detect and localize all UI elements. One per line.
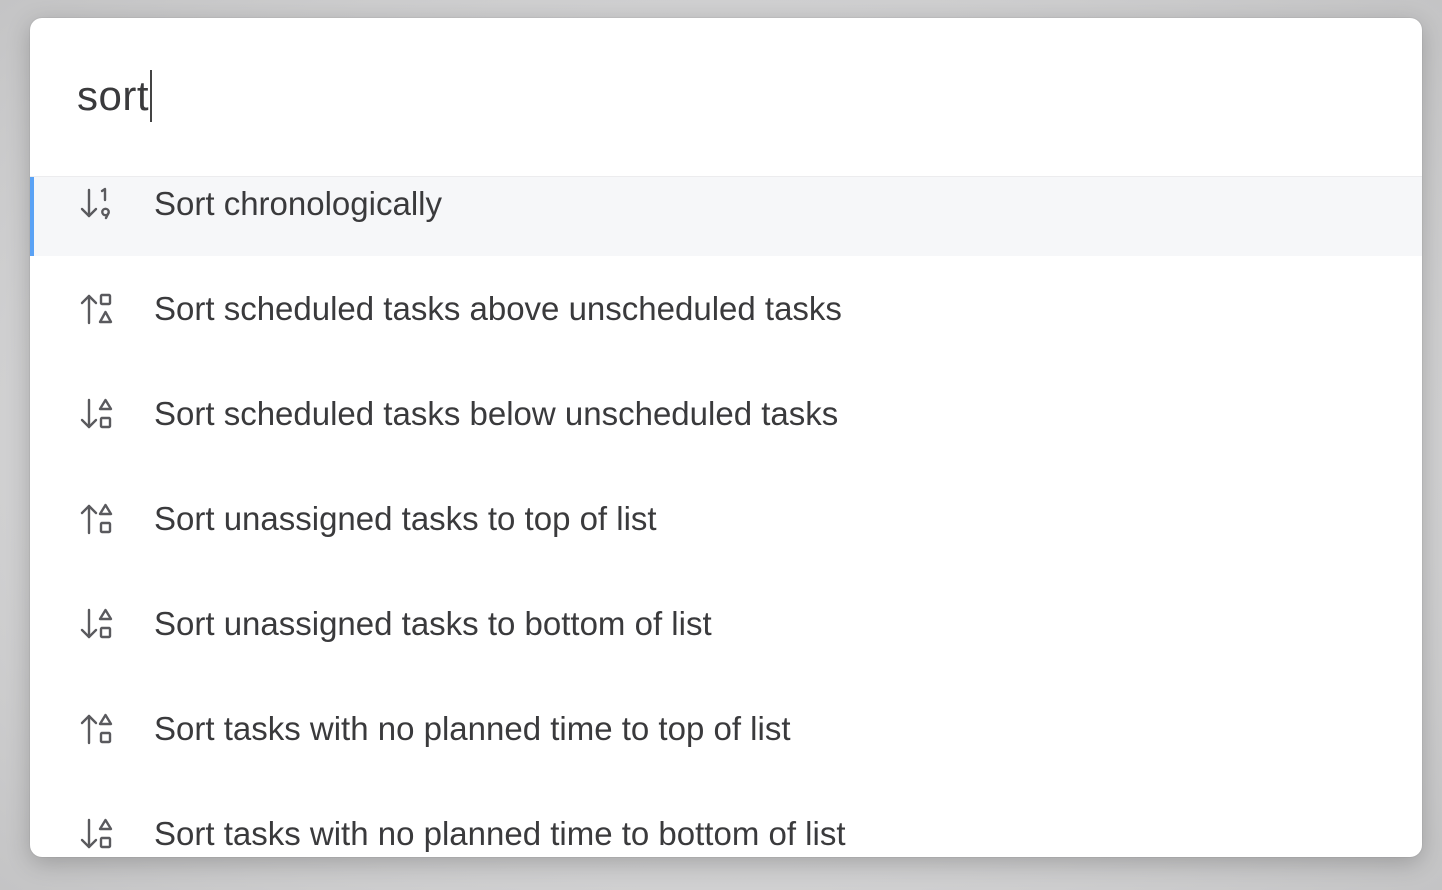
result-item-sort-no-planned-time-top[interactable]: Sort tasks with no planned time to top o… bbox=[30, 676, 1422, 781]
command-palette: sort Sort chronologically Sort scheduled… bbox=[30, 18, 1422, 857]
results-list: Sort chronologically Sort scheduled task… bbox=[30, 177, 1422, 857]
result-item-sort-unassigned-bottom[interactable]: Sort unassigned tasks to bottom of list bbox=[30, 571, 1422, 676]
result-item-sort-unassigned-top[interactable]: Sort unassigned tasks to top of list bbox=[30, 466, 1422, 571]
result-item-sort-no-planned-time-bottom[interactable]: Sort tasks with no planned time to botto… bbox=[30, 781, 1422, 857]
result-item-sort-scheduled-above[interactable]: Sort scheduled tasks above unscheduled t… bbox=[30, 256, 1422, 361]
sort-down-shapes-icon bbox=[80, 608, 113, 639]
result-label: Sort scheduled tasks above unscheduled t… bbox=[154, 290, 842, 327]
sort-down-shapes-icon bbox=[80, 818, 113, 849]
result-label: Sort tasks with no planned time to botto… bbox=[154, 815, 846, 852]
search-bar[interactable]: sort bbox=[30, 18, 1422, 177]
text-caret bbox=[150, 70, 153, 122]
sort-up-shapes-icon bbox=[80, 293, 113, 325]
search-query: sort bbox=[77, 72, 150, 119]
result-item-sort-scheduled-below[interactable]: Sort scheduled tasks below unscheduled t… bbox=[30, 361, 1422, 466]
sort-chronological-icon bbox=[80, 187, 110, 220]
sort-down-shapes-icon bbox=[80, 398, 113, 429]
result-label: Sort unassigned tasks to top of list bbox=[154, 500, 657, 537]
sort-up-shapes-icon bbox=[80, 713, 113, 745]
result-item-sort-chronologically[interactable]: Sort chronologically bbox=[30, 177, 1422, 256]
selection-indicator bbox=[30, 177, 34, 256]
result-label: Sort chronologically bbox=[154, 185, 442, 222]
sort-up-shapes-icon bbox=[80, 503, 113, 535]
search-input[interactable]: sort bbox=[77, 70, 153, 122]
result-label: Sort unassigned tasks to bottom of list bbox=[154, 605, 712, 642]
result-label: Sort tasks with no planned time to top o… bbox=[154, 710, 791, 747]
result-label: Sort scheduled tasks below unscheduled t… bbox=[154, 395, 839, 432]
